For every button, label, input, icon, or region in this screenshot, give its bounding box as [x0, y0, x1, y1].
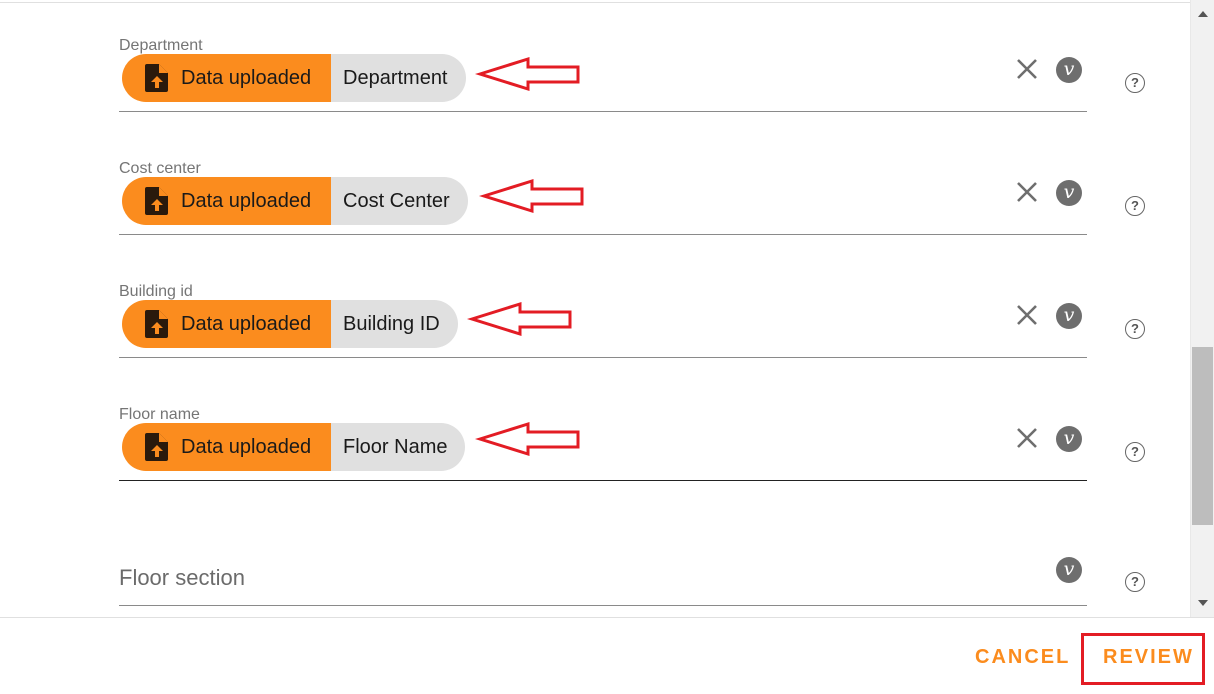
- help-icon[interactable]: ?: [1125, 196, 1145, 216]
- chip-source: Data uploaded: [122, 54, 331, 102]
- mapping-chip[interactable]: Data uploaded Department: [122, 54, 466, 102]
- variable-icon[interactable]: v: [1056, 180, 1082, 206]
- mapping-chip[interactable]: Data uploaded Building ID: [122, 300, 458, 348]
- chip-source-label: Data uploaded: [181, 189, 312, 212]
- variable-icon[interactable]: v: [1056, 557, 1082, 583]
- help-icon[interactable]: ?: [1125, 319, 1145, 339]
- help-icon[interactable]: ?: [1125, 73, 1145, 93]
- scrollbar-thumb[interactable]: [1192, 347, 1213, 525]
- chip-value: Department: [331, 54, 466, 102]
- mapping-chip[interactable]: Data uploaded Cost Center: [122, 177, 468, 225]
- help-icon[interactable]: ?: [1125, 572, 1145, 592]
- chip-value: Cost Center: [331, 177, 468, 225]
- field-list: Department Data uploaded Department v ? …: [0, 0, 1190, 617]
- field-label: Building id: [119, 283, 193, 300]
- annotation-arrow-icon: [474, 421, 580, 457]
- field-mapping-dialog: Department Data uploaded Department v ? …: [0, 0, 1214, 694]
- annotation-arrow-icon: [478, 178, 584, 214]
- cancel-button[interactable]: CANCEL: [975, 646, 1070, 669]
- chip-source-label: Data uploaded: [181, 66, 312, 89]
- chip-source-label: Data uploaded: [181, 435, 312, 458]
- field-placeholder[interactable]: Floor section: [119, 565, 245, 591]
- mapping-chip[interactable]: Data uploaded Floor Name: [122, 423, 466, 471]
- file-upload-icon: [145, 310, 168, 338]
- field-underline: [119, 234, 1087, 235]
- close-icon[interactable]: [1014, 425, 1040, 451]
- file-upload-icon: [145, 187, 168, 215]
- close-icon[interactable]: [1014, 56, 1040, 82]
- field-underline: [119, 357, 1087, 358]
- variable-icon[interactable]: v: [1056, 303, 1082, 329]
- variable-icon[interactable]: v: [1056, 57, 1082, 83]
- chip-source: Data uploaded: [122, 300, 331, 348]
- review-button[interactable]: REVIEW: [1103, 646, 1194, 669]
- field-underline: [119, 111, 1087, 112]
- field-label: Department: [119, 37, 203, 54]
- file-upload-icon: [145, 64, 168, 92]
- field-label: Cost center: [119, 160, 201, 177]
- field-label: Floor name: [119, 406, 200, 423]
- chip-source-label: Data uploaded: [181, 312, 312, 335]
- dialog-footer: CANCEL REVIEW: [0, 617, 1214, 694]
- scroll-up-arrow-icon[interactable]: [1198, 11, 1208, 17]
- help-icon[interactable]: ?: [1125, 442, 1145, 462]
- close-icon[interactable]: [1014, 179, 1040, 205]
- annotation-arrow-icon: [466, 301, 572, 337]
- variable-icon[interactable]: v: [1056, 426, 1082, 452]
- scroll-down-arrow-icon[interactable]: [1198, 600, 1208, 606]
- chip-value: Building ID: [331, 300, 458, 348]
- vertical-scrollbar[interactable]: [1190, 0, 1214, 617]
- chip-source: Data uploaded: [122, 177, 331, 225]
- annotation-arrow-icon: [474, 56, 580, 92]
- field-underline-active: [119, 480, 1087, 481]
- field-underline: [119, 605, 1087, 606]
- close-icon[interactable]: [1014, 302, 1040, 328]
- chip-value: Floor Name: [331, 423, 466, 471]
- file-upload-icon: [145, 433, 168, 461]
- chip-source: Data uploaded: [122, 423, 331, 471]
